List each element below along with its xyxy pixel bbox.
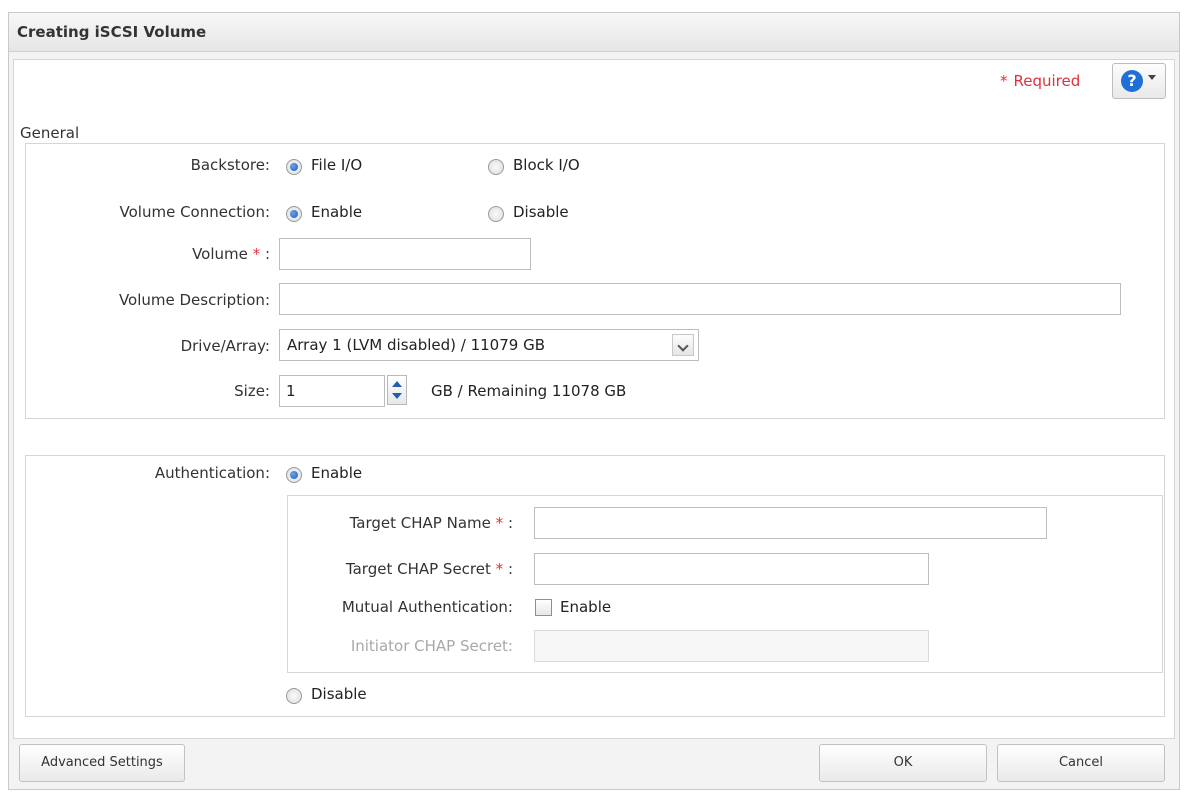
backstore-file-io-label[interactable]: File I/O [311,156,362,174]
volume-description-input[interactable] [279,283,1121,315]
target-chap-name-label: Target CHAP Name [349,514,491,532]
mutual-authentication-label: Mutual Authentication: [341,598,513,616]
target-chap-secret-required-star: * [495,560,504,578]
initiator-chap-secret-label: Initiator CHAP Secret: [350,637,513,655]
size-stepper[interactable] [387,375,407,405]
backstore-block-io-label[interactable]: Block I/O [513,156,580,174]
drive-array-label: Drive/Array: [180,337,270,355]
volume-connection-disable-label[interactable]: Disable [513,203,569,221]
initiator-chap-secret-input[interactable] [534,630,929,662]
authentication-label: Authentication: [154,464,270,482]
target-chap-secret-input[interactable] [534,553,929,585]
required-star: * [1000,72,1008,90]
drive-array-select[interactable]: Array 1 (LVM disabled) / 11079 GB [279,329,699,361]
volume-connection-disable-radio[interactable] [488,206,504,222]
required-label: Required [1013,72,1081,90]
target-chap-name-required-star: * [495,514,504,532]
backstore-block-io-radio[interactable] [488,159,504,175]
size-remaining-text: GB / Remaining 11078 GB [431,382,627,400]
mutual-authentication-enable-label[interactable]: Enable [560,598,611,616]
help-button[interactable]: ? [1112,63,1166,99]
target-chap-secret-label-row: Target CHAP Secret * : [346,560,513,578]
target-chap-name-input[interactable] [534,507,1047,539]
chevron-down-icon[interactable] [672,334,694,356]
size-label: Size: [234,382,270,400]
mutual-authentication-checkbox[interactable] [535,599,552,616]
volume-connection-label: Volume Connection: [119,203,270,221]
required-indicator: * Required [1000,72,1080,90]
backstore-label: Backstore: [190,156,270,174]
volume-input[interactable] [279,238,531,270]
dialog-title: Creating iSCSI Volume [17,23,207,41]
volume-description-label: Volume Description: [118,291,270,309]
target-chap-name-colon: : [507,514,513,532]
ok-button[interactable]: OK [819,744,987,782]
volume-connection-enable-radio[interactable] [286,206,302,222]
volume-connection-enable-label[interactable]: Enable [311,203,362,221]
create-iscsi-volume-dialog: Creating iSCSI Volume * Required ? Genera… [8,12,1180,790]
authentication-enable-label[interactable]: Enable [311,464,362,482]
stepper-up-icon[interactable] [392,381,402,387]
stepper-down-icon[interactable] [392,393,402,399]
target-chap-secret-label: Target CHAP Secret [345,560,491,578]
cancel-button[interactable]: Cancel [997,744,1165,782]
target-chap-name-label-row: Target CHAP Name * : [350,514,513,532]
volume-required-star: * [252,245,261,263]
backstore-file-io-radio[interactable] [286,159,302,175]
chevron-down-icon [1148,75,1156,80]
target-chap-secret-colon: : [507,560,513,578]
authentication-enable-radio[interactable] [286,467,302,483]
volume-label-colon: : [264,245,270,263]
help-icon: ? [1121,70,1143,92]
size-input[interactable] [279,375,385,407]
volume-label-row: Volume * : [192,245,270,263]
advanced-settings-button[interactable]: Advanced Settings [19,744,185,782]
dialog-titlebar: Creating iSCSI Volume [9,13,1179,52]
authentication-disable-radio[interactable] [286,688,302,704]
drive-array-value: Array 1 (LVM disabled) / 11079 GB [287,336,545,354]
volume-label: Volume [192,245,248,263]
authentication-disable-label[interactable]: Disable [311,685,367,703]
general-group [25,143,1165,419]
section-general-label: General [20,124,80,142]
